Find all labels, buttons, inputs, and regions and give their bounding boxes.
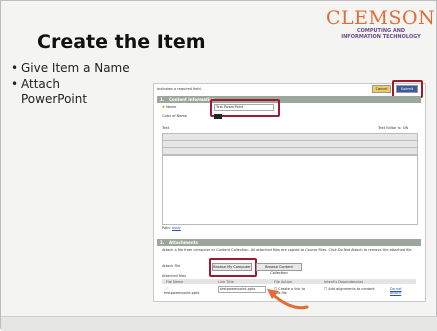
section-header: 2. Attachments xyxy=(157,239,421,246)
section-header: 1. Content Information xyxy=(157,96,421,103)
color-label: Color of Name xyxy=(162,114,188,118)
dependency-option[interactable]: ☐ Add alignments to content xyxy=(324,287,375,291)
section-number: 1. xyxy=(160,97,165,102)
column-header: File Name xyxy=(166,280,184,284)
do-not-attach-link[interactable]: Do not attach xyxy=(390,287,412,295)
cancel-button[interactable]: Cancel xyxy=(372,85,391,93)
arrow-icon xyxy=(267,289,309,310)
embedded-screenshot: Indicates a required field. Cancel Submi… xyxy=(153,80,426,302)
column-header: File Action xyxy=(274,280,292,284)
text-editor-area[interactable] xyxy=(162,155,418,225)
section-label: Attachments xyxy=(169,240,198,245)
clemson-logo: CLEMSON COMPUTING AND INFORMATION TECHNO… xyxy=(326,7,436,41)
text-label: Text xyxy=(162,126,170,130)
highlight-browse xyxy=(209,258,257,277)
section-label: Content Information xyxy=(169,97,215,102)
color-picker[interactable] xyxy=(214,114,222,119)
section-number: 2. xyxy=(160,240,165,245)
browse-content-button[interactable]: Browse Content Collection xyxy=(256,263,302,275)
link-title-input[interactable]: testpowerpoint.pptx xyxy=(218,286,266,293)
column-header: Link Title xyxy=(218,280,234,284)
bullet-item: Attach PowerPoint xyxy=(11,77,111,107)
required-note: Indicates a required field. xyxy=(157,87,202,91)
column-header: Intent's Dependencies xyxy=(324,280,364,284)
file-name: 📄 testpowerpoint.pptx xyxy=(164,287,200,295)
logo-wordmark: CLEMSON xyxy=(326,7,436,29)
slide: Create the Item CLEMSON COMPUTING AND IN… xyxy=(0,0,437,331)
attach-file-label: Attach File xyxy=(162,264,181,268)
editor-toolbar-row-3 xyxy=(162,147,418,155)
slide-title: Create the Item xyxy=(37,31,206,53)
logo-subtitle-2: INFORMATION TECHNOLOGY xyxy=(341,34,421,40)
name-label: ✱ Name xyxy=(162,105,177,109)
path-label: Path: body xyxy=(162,226,181,230)
attach-description: Attach a file from computer or Content C… xyxy=(162,248,413,252)
attached-files-label: Attached files xyxy=(162,274,187,278)
bullet-item: Give Item a Name xyxy=(11,61,130,76)
link-title-value: testpowerpoint.pptx xyxy=(220,287,256,291)
bullet-list: Give Item a Name Attach PowerPoint xyxy=(11,61,130,108)
text-editor-toggle[interactable]: Text Editor is: ON xyxy=(378,126,408,130)
